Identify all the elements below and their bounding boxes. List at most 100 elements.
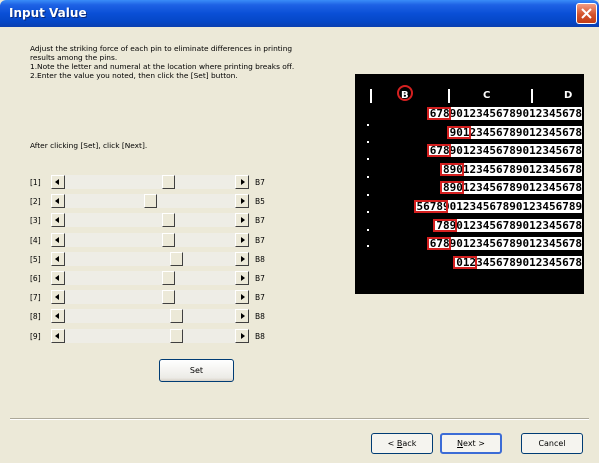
column-separator <box>531 89 533 103</box>
instructions: Adjust the striking force of each pin to… <box>30 44 352 80</box>
slider-thumb[interactable] <box>162 175 175 189</box>
slider-thumb[interactable] <box>162 213 175 228</box>
slider-right-arrow-icon[interactable] <box>235 194 249 209</box>
back-button[interactable]: < Back <box>371 433 433 454</box>
column-header-b: B <box>401 90 409 101</box>
pin-label: [8] <box>30 312 41 322</box>
slider-right-arrow-icon[interactable] <box>235 175 249 189</box>
preview-print-row: 5678901234567890123456789 <box>355 199 584 214</box>
pin-row: [5] B8 <box>30 251 270 267</box>
slider-track[interactable] <box>65 251 235 266</box>
break-point-highlight-box <box>413 200 448 213</box>
slider-left-arrow-icon[interactable] <box>51 328 65 343</box>
pin-force-slider[interactable] <box>51 290 249 305</box>
slider-left-arrow-icon[interactable] <box>51 251 65 266</box>
column-separator <box>370 89 372 103</box>
preview-row-text: 67890123456789012345678 <box>427 107 583 120</box>
slider-track[interactable] <box>65 213 235 228</box>
pin-label: [6] <box>30 274 41 283</box>
row-marker-dot <box>367 158 369 160</box>
slider-left-arrow-icon[interactable] <box>51 309 65 324</box>
slider-left-arrow-icon[interactable] <box>51 175 65 189</box>
slider-thumb[interactable] <box>162 271 175 285</box>
slider-right-arrow-icon[interactable] <box>235 251 249 266</box>
pin-force-slider[interactable] <box>51 251 249 266</box>
slider-right-arrow-icon[interactable] <box>235 213 249 228</box>
preview-row-text: 67890123456789012345678 <box>427 144 583 158</box>
pin-row: [2] B5 <box>30 194 270 209</box>
set-button[interactable]: Set <box>159 359 234 382</box>
break-point-highlight-box <box>446 125 471 139</box>
pin-label: [1] <box>30 178 41 187</box>
pin-row: [1] B7 <box>30 175 270 190</box>
pin-force-slider[interactable] <box>51 175 249 189</box>
slider-right-arrow-icon[interactable] <box>235 328 249 343</box>
break-point-highlight-box <box>453 255 478 269</box>
after-set-hint: After clicking [Set], click [Next]. <box>30 141 148 150</box>
slider-right-arrow-icon[interactable] <box>235 309 249 324</box>
slider-left-arrow-icon[interactable] <box>51 213 65 228</box>
slider-right-arrow-icon[interactable] <box>235 271 249 285</box>
cancel-button-label: Cancel <box>538 439 566 448</box>
slider-left-arrow-icon[interactable] <box>51 271 65 285</box>
pin-force-slider[interactable] <box>51 309 249 324</box>
cancel-button[interactable]: Cancel <box>521 433 583 454</box>
slider-thumb[interactable] <box>170 309 183 324</box>
slider-left-arrow-icon[interactable] <box>51 290 65 305</box>
slider-track[interactable] <box>65 328 235 343</box>
preview-row-text: 67890123456789012345678 <box>427 237 583 251</box>
pin-label: [9] <box>30 331 41 341</box>
close-button[interactable] <box>576 3 597 24</box>
break-point-highlight-box <box>439 181 464 195</box>
pin-row: [7] B7 <box>30 290 270 305</box>
pin-row: [4] B7 <box>30 232 270 248</box>
slider-left-arrow-icon[interactable] <box>51 194 65 209</box>
back-button-label: < Back <box>387 439 417 448</box>
slider-track[interactable] <box>65 290 235 305</box>
slider-thumb[interactable] <box>162 290 175 305</box>
slider-track[interactable] <box>65 309 235 324</box>
slider-right-arrow-icon[interactable] <box>235 290 249 305</box>
instruction-line: Adjust the striking force of each pin to… <box>30 44 293 53</box>
slider-thumb[interactable] <box>144 194 157 209</box>
slider-track[interactable] <box>65 232 235 247</box>
pin-label: [7] <box>30 293 41 303</box>
pin-value: B7 <box>255 274 265 283</box>
preview-print-row: 67890123456789012345678 <box>355 106 584 121</box>
column-separator <box>448 89 450 103</box>
print-preview-image: B C D 67890123456789012345678 90123456789… <box>355 74 584 294</box>
slider-thumb[interactable] <box>162 232 175 247</box>
pin-label: [3] <box>30 216 41 226</box>
pin-force-slider[interactable] <box>51 194 249 209</box>
window-title: Input Value <box>9 6 87 20</box>
pin-row: [3] B7 <box>30 213 270 228</box>
pin-value: B7 <box>255 178 265 187</box>
pin-label: [4] <box>30 235 41 245</box>
next-button[interactable]: Next > <box>440 433 502 454</box>
next-button-label: Next > <box>457 439 485 448</box>
instruction-line: 2.Enter the value you noted, then click … <box>30 71 238 80</box>
preview-print-row: 90123456789012345678 <box>355 125 584 140</box>
preview-print-row: 7890123456789012345678 <box>355 218 584 233</box>
slider-thumb[interactable] <box>170 251 183 266</box>
pin-force-slider[interactable] <box>51 328 249 343</box>
pin-value: B7 <box>255 216 265 226</box>
slider-track[interactable] <box>65 194 235 209</box>
pin-label: [2] <box>30 197 41 207</box>
slider-thumb[interactable] <box>170 328 183 343</box>
pin-value: B8 <box>255 254 265 264</box>
slider-right-arrow-icon[interactable] <box>235 232 249 247</box>
pin-value: B8 <box>255 312 265 322</box>
pin-row: [8] B8 <box>30 309 270 324</box>
pin-force-slider[interactable] <box>51 271 249 285</box>
pin-force-slider[interactable] <box>51 232 249 247</box>
slider-track[interactable] <box>65 271 235 285</box>
instruction-line: 1.Note the letter and numeral at the loc… <box>30 62 295 71</box>
slider-track[interactable] <box>65 175 235 189</box>
input-value-dialog: Input Value Adjust the striking force of… <box>0 0 599 463</box>
close-icon <box>581 8 592 19</box>
pin-value: B7 <box>255 235 265 245</box>
pin-force-slider[interactable] <box>51 213 249 228</box>
preview-print-row: 0123456789012345678 <box>355 255 584 270</box>
slider-left-arrow-icon[interactable] <box>51 232 65 247</box>
